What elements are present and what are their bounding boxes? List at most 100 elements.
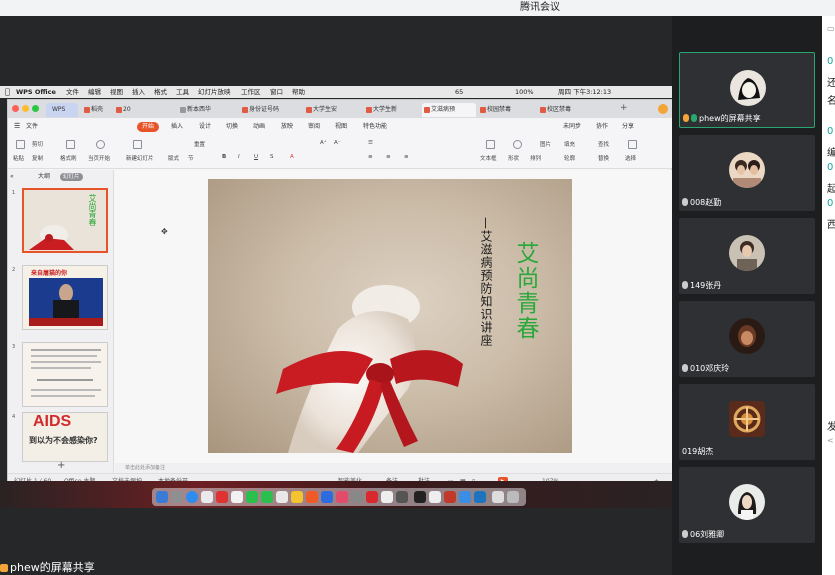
italic-icon[interactable]: I	[238, 154, 240, 160]
app-icon[interactable]	[474, 491, 486, 503]
format-painter-icon[interactable]	[66, 140, 75, 149]
user-avatar-icon[interactable]	[658, 104, 668, 114]
finder-icon[interactable]	[156, 491, 168, 503]
ribbon-tab-insert[interactable]: 插入	[171, 118, 183, 135]
underline-icon[interactable]: U	[254, 154, 258, 160]
tab-doc-4[interactable]: 身份证号码	[240, 103, 302, 117]
tab-doc-20[interactable]: 20	[114, 103, 174, 117]
menu-tools[interactable]: 工具	[176, 86, 189, 98]
bold-icon[interactable]: B	[222, 154, 226, 160]
tab-doc-6[interactable]: 大学生新	[364, 103, 422, 117]
qq-icon[interactable]	[231, 491, 243, 503]
format-painter-label[interactable]: 格式刷	[60, 154, 77, 162]
chat-more-fragment[interactable]: <	[827, 436, 834, 445]
menu-window[interactable]: 窗口	[270, 86, 283, 98]
menu-help[interactable]: 帮助	[292, 86, 305, 98]
menu-app-name[interactable]: WPS Office	[16, 86, 56, 98]
tab-doc-3[interactable]: 新本西华	[178, 103, 236, 117]
calendar-icon[interactable]	[216, 491, 228, 503]
participant-tile[interactable]: 149张丹	[679, 218, 815, 294]
terminal-icon[interactable]	[414, 491, 426, 503]
app-store-icon[interactable]	[321, 491, 333, 503]
current-slide[interactable]: —艾滋病预防知识讲座 艾尚青春	[208, 179, 572, 453]
fill-button[interactable]: 填充	[564, 140, 575, 148]
pdf-icon[interactable]	[444, 491, 456, 503]
ribbon-tab-home[interactable]: 开始	[137, 122, 160, 132]
find-button[interactable]: 查找	[598, 140, 609, 148]
font-size-up-icon[interactable]: A⁺	[320, 140, 327, 146]
select-icon[interactable]	[628, 140, 637, 149]
menu-workspace[interactable]: 工作区	[241, 86, 261, 98]
ribbon-tab-review[interactable]: 审阅	[308, 118, 320, 135]
outline-button[interactable]: 轮廓	[564, 154, 575, 162]
slide-canvas[interactable]: ✥ —艾滋病预防知识讲座 艾尚青春	[115, 170, 673, 473]
layout-button[interactable]: 版式	[168, 154, 179, 162]
tab-wps-home[interactable]: WPS	[46, 103, 78, 117]
ribbon-tab-transition[interactable]: 切换	[226, 118, 238, 135]
stickies-icon[interactable]	[291, 491, 303, 503]
ribbon-tab-view[interactable]: 视图	[335, 118, 347, 135]
menu-edit[interactable]: 编辑	[88, 86, 101, 98]
reset-button[interactable]: 重置	[194, 140, 205, 148]
tool-icon[interactable]	[381, 491, 393, 503]
font-size-down-icon[interactable]: A⁻	[334, 140, 341, 146]
slide-thumbnail[interactable]: 来自屠猫的你	[22, 265, 108, 330]
new-slide-icon[interactable]	[133, 140, 142, 149]
new-tab-icon[interactable]: +	[620, 103, 628, 113]
select-label[interactable]: 选择	[625, 154, 636, 162]
slide-thumbnail[interactable]: 艾尚青春	[22, 188, 108, 253]
ribbon-tab-animation[interactable]: 动画	[253, 118, 265, 135]
tab-doc-active[interactable]: 艾滋病预	[422, 103, 476, 117]
messages-icon[interactable]	[246, 491, 258, 503]
settings-icon[interactable]	[351, 491, 363, 503]
sync-status[interactable]: 未同步	[563, 118, 581, 135]
font-color-icon[interactable]: A	[290, 154, 294, 160]
notes-area[interactable]: 单击此处添加备注	[115, 463, 673, 473]
wps-icon[interactable]	[366, 491, 378, 503]
music-icon[interactable]	[336, 491, 348, 503]
preview-icon[interactable]	[429, 491, 441, 503]
hamburger-icon[interactable]: ☰	[14, 118, 20, 135]
align-left-icon[interactable]: ≡	[368, 154, 373, 160]
safari-icon[interactable]	[186, 491, 198, 503]
shape-label[interactable]: 形状	[508, 154, 519, 162]
participant-tile[interactable]: 008赵勤	[679, 135, 815, 211]
slide-thumbnail[interactable]: AIDS 到以为不会感染你?	[22, 412, 108, 462]
copy-button[interactable]: 复制	[32, 154, 43, 162]
launchpad-icon[interactable]	[171, 491, 183, 503]
shape-icon[interactable]	[513, 140, 522, 149]
slide-title[interactable]: 艾尚青春	[508, 241, 542, 341]
zoom-window-icon[interactable]	[32, 105, 39, 112]
share-button[interactable]: 分享	[622, 118, 634, 135]
align-right-icon[interactable]: ≡	[404, 154, 409, 160]
participant-tile[interactable]: phew的屏幕共享	[679, 52, 815, 128]
tencent-meeting-icon[interactable]	[459, 491, 471, 503]
play-from-current-label[interactable]: 当页开始	[88, 154, 110, 162]
collapse-icon[interactable]: «	[10, 170, 14, 184]
close-window-icon[interactable]	[12, 105, 19, 112]
tab-slides[interactable]: 幻灯片	[60, 173, 83, 181]
paste-icon[interactable]	[16, 140, 25, 149]
trash-icon[interactable]	[507, 491, 519, 503]
menu-format[interactable]: 格式	[154, 86, 167, 98]
tab-docer[interactable]: 稻壳	[82, 103, 112, 117]
wechat-icon[interactable]	[261, 491, 273, 503]
menu-file[interactable]: 文件	[66, 86, 79, 98]
bullets-icon[interactable]: ☰	[368, 140, 373, 146]
ribbon-tab-design[interactable]: 设计	[199, 118, 211, 135]
add-slide-icon[interactable]: +	[57, 460, 65, 471]
paste-label[interactable]: 粘贴	[13, 154, 24, 162]
participant-tile[interactable]: 010邓庆玲	[679, 301, 815, 377]
tab-doc-9[interactable]: 校区禁毒	[538, 103, 600, 117]
participant-tile[interactable]: 06刘雅卿	[679, 467, 815, 543]
participant-tile[interactable]: 019胡杰	[679, 384, 815, 460]
replace-button[interactable]: 替换	[598, 154, 609, 162]
slide-thumbnail[interactable]	[22, 342, 108, 407]
menu-slideshow[interactable]: 幻灯片放映	[198, 86, 231, 98]
minimize-window-icon[interactable]	[22, 105, 29, 112]
mail-icon[interactable]	[201, 491, 213, 503]
cut-button[interactable]: 剪切	[32, 140, 43, 148]
ribbon-tab-features[interactable]: 特色功能	[363, 118, 387, 135]
strike-icon[interactable]: S	[270, 154, 274, 160]
align-center-icon[interactable]: ≡	[386, 154, 391, 160]
